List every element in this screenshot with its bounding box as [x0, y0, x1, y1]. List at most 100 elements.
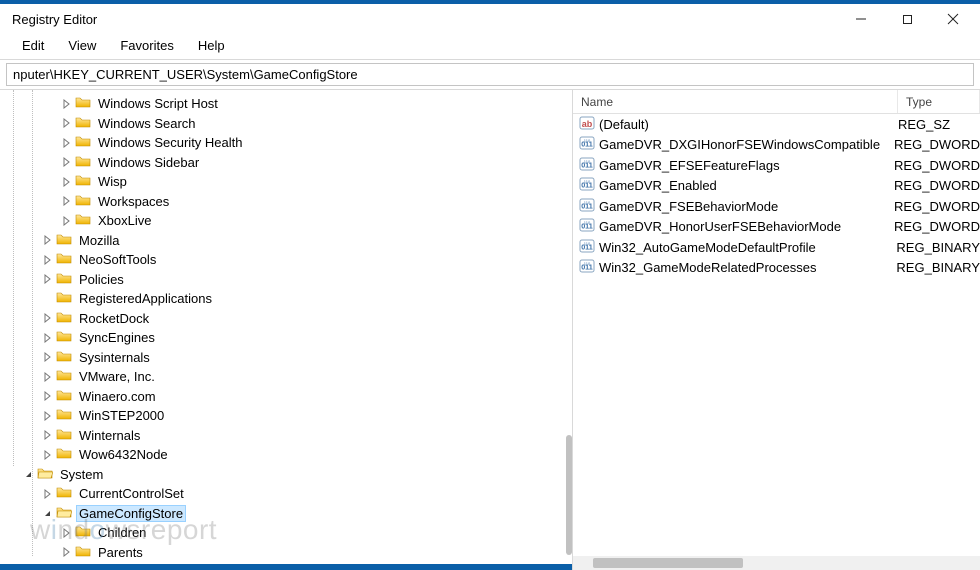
tree-item[interactable]: CurrentControlSet: [0, 484, 572, 504]
tree-item[interactable]: Windows Search: [0, 114, 572, 134]
folder-icon: [56, 310, 76, 327]
tree-item[interactable]: Winaero.com: [0, 387, 572, 407]
minimize-button[interactable]: [838, 4, 884, 34]
chevron-right-icon[interactable]: [40, 388, 56, 404]
chevron-right-icon[interactable]: [40, 310, 56, 326]
folder-icon: [56, 271, 76, 288]
tree-scrollbar-thumb[interactable]: [566, 435, 572, 555]
list-row[interactable]: 011110GameDVR_HonorUserFSEBehaviorModeRE…: [573, 217, 980, 238]
tree-item[interactable]: Sysinternals: [0, 348, 572, 368]
chevron-right-icon[interactable]: [40, 427, 56, 443]
tree-item-label: Windows Security Health: [95, 134, 246, 151]
tree-item[interactable]: SyncEngines: [0, 328, 572, 348]
menu-help[interactable]: Help: [188, 36, 235, 55]
tree-item[interactable]: Winternals: [0, 426, 572, 446]
tree-item[interactable]: Windows Sidebar: [0, 153, 572, 173]
chevron-right-icon[interactable]: [59, 174, 75, 190]
tree-item-label: GameConfigStore: [76, 505, 186, 522]
folder-icon: [56, 290, 76, 307]
chevron-right-icon[interactable]: [40, 369, 56, 385]
folder-icon: [75, 115, 95, 132]
tree-pane[interactable]: Windows Script Host Windows Search Windows…: [0, 90, 573, 570]
chevron-right-icon[interactable]: [59, 96, 75, 112]
chevron-right-icon[interactable]: [40, 349, 56, 365]
tree-item[interactable]: Wisp: [0, 172, 572, 192]
close-button[interactable]: [930, 4, 976, 34]
list-row[interactable]: 011110GameDVR_FSEBehaviorModeREG_DWORD: [573, 196, 980, 217]
tree-item[interactable]: Policies: [0, 270, 572, 290]
tree-item-label: Windows Search: [95, 115, 199, 132]
value-type: REG_DWORD: [894, 178, 980, 193]
tree-item[interactable]: Parents: [0, 543, 572, 563]
chevron-right-icon[interactable]: [40, 330, 56, 346]
list-row[interactable]: 011110Win32_GameModeRelatedProcessesREG_…: [573, 258, 980, 279]
chevron-right-icon[interactable]: [40, 408, 56, 424]
tree-item[interactable]: WinSTEP2000: [0, 406, 572, 426]
list-row[interactable]: 011110GameDVR_EFSEFeatureFlagsREG_DWORD: [573, 155, 980, 176]
tree-item[interactable]: Children: [0, 523, 572, 543]
list-row[interactable]: ab(Default)REG_SZ: [573, 114, 980, 135]
chevron-right-icon[interactable]: [40, 447, 56, 463]
tree-item-label: Windows Script Host: [95, 95, 221, 112]
binary-value-icon: 011110: [573, 176, 595, 195]
tree-item[interactable]: Mozilla: [0, 231, 572, 251]
list-row[interactable]: 011110GameDVR_DXGIHonorFSEWindowsCompati…: [573, 135, 980, 156]
folder-icon: [75, 544, 95, 561]
column-header-name[interactable]: Name: [573, 90, 898, 113]
menu-view[interactable]: View: [58, 36, 106, 55]
tree-item[interactable]: Windows Security Health: [0, 133, 572, 153]
tree-item[interactable]: Workspaces: [0, 192, 572, 212]
folder-icon: [56, 446, 76, 463]
folder-icon: [75, 193, 95, 210]
tree-item[interactable]: VMware, Inc.: [0, 367, 572, 387]
tree-item[interactable]: NeoSoftTools: [0, 250, 572, 270]
list-h-scrollbar-thumb[interactable]: [593, 558, 743, 568]
value-name: GameDVR_FSEBehaviorMode: [595, 199, 894, 214]
tree-item-label: Parents: [95, 544, 146, 561]
svg-text:110: 110: [584, 138, 591, 143]
tree-item[interactable]: RegisteredApplications: [0, 289, 572, 309]
chevron-right-icon[interactable]: [59, 193, 75, 209]
chevron-right-icon[interactable]: [59, 135, 75, 151]
value-name: Win32_AutoGameModeDefaultProfile: [595, 240, 896, 255]
list-pane[interactable]: Name Type ab(Default)REG_SZ011110GameDVR…: [573, 90, 980, 570]
tree-item-label: VMware, Inc.: [76, 368, 158, 385]
tree-item-label: Wisp: [95, 173, 130, 190]
chevron-right-icon[interactable]: [59, 544, 75, 560]
tree-item-label: Workspaces: [95, 193, 172, 210]
tree-item-label: SyncEngines: [76, 329, 158, 346]
chevron-right-icon[interactable]: [40, 232, 56, 248]
tree-item[interactable]: GameConfigStore: [0, 504, 572, 524]
chevron-down-icon[interactable]: [21, 466, 37, 482]
chevron-right-icon[interactable]: [59, 154, 75, 170]
tree-item[interactable]: System: [0, 465, 572, 485]
tree-item[interactable]: Windows Script Host: [0, 94, 572, 114]
tree-item-label: XboxLive: [95, 212, 154, 229]
tree-item-label: Winaero.com: [76, 388, 159, 405]
maximize-button[interactable]: [884, 4, 930, 34]
menu-favorites[interactable]: Favorites: [110, 36, 183, 55]
tree-item[interactable]: Wow6432Node: [0, 445, 572, 465]
svg-text:110: 110: [584, 159, 591, 164]
address-input[interactable]: [6, 63, 974, 86]
menu-edit[interactable]: Edit: [12, 36, 54, 55]
list-row[interactable]: 011110GameDVR_EnabledREG_DWORD: [573, 176, 980, 197]
value-type: REG_DWORD: [894, 199, 980, 214]
binary-value-icon: 011110: [573, 156, 595, 175]
list-row[interactable]: 011110Win32_AutoGameModeDefaultProfileRE…: [573, 237, 980, 258]
chevron-right-icon[interactable]: [59, 213, 75, 229]
chevron-right-icon[interactable]: [40, 252, 56, 268]
tree-item[interactable]: RocketDock: [0, 309, 572, 329]
tree-item[interactable]: XboxLive: [0, 211, 572, 231]
chevron-right-icon[interactable]: [59, 115, 75, 131]
folder-icon: [56, 505, 76, 522]
chevron-right-icon[interactable]: [40, 271, 56, 287]
chevron-right-icon[interactable]: [59, 525, 75, 541]
list-h-scrollbar[interactable]: [573, 556, 980, 570]
window-title: Registry Editor: [12, 12, 97, 27]
column-header-type[interactable]: Type: [898, 90, 980, 113]
svg-text:110: 110: [584, 200, 591, 205]
chevron-right-icon[interactable]: [40, 486, 56, 502]
chevron-down-icon[interactable]: [40, 505, 56, 521]
tree-item-label: Mozilla: [76, 232, 122, 249]
